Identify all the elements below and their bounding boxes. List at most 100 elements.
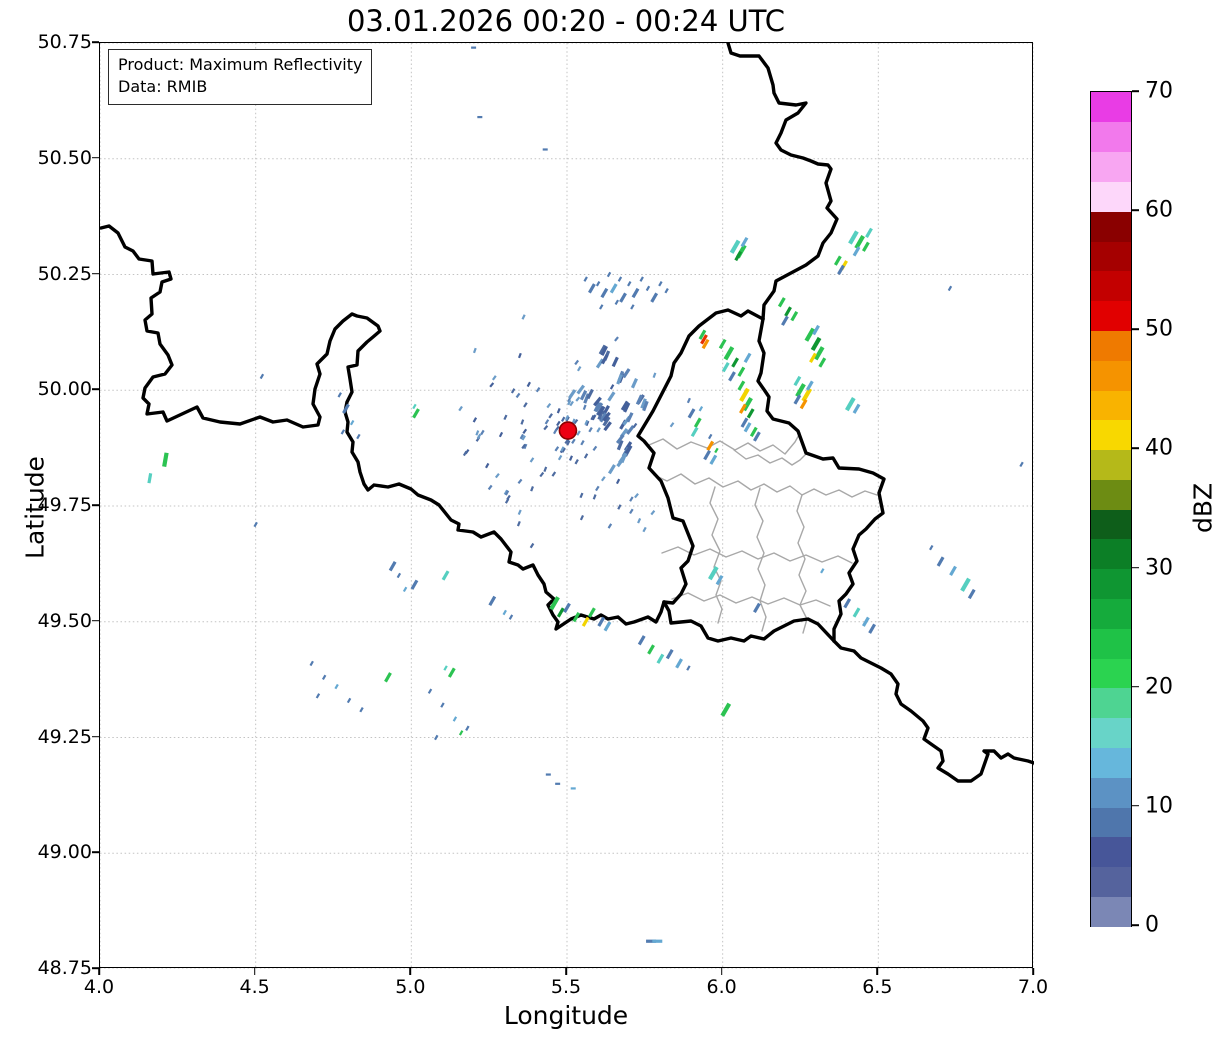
radar-echo <box>560 416 566 422</box>
radar-echo <box>510 388 516 394</box>
radar-echo <box>539 471 545 478</box>
radar-echo <box>529 457 535 463</box>
radar-echo <box>412 403 417 410</box>
colorbar-unit-label: dBZ <box>1188 482 1218 534</box>
radar-echo <box>608 464 616 475</box>
colorbar-segment <box>1091 449 1131 480</box>
colorbar-tick-mark <box>1132 566 1139 569</box>
radar-echo <box>614 299 620 305</box>
radar-echo <box>571 438 576 444</box>
radar-echo <box>630 378 638 389</box>
radar-echo <box>703 449 711 461</box>
radar-echo <box>690 426 699 438</box>
radar-echo <box>607 523 613 529</box>
radar-echo <box>412 408 420 419</box>
radar-echo <box>929 544 934 551</box>
radar-echo <box>639 276 644 282</box>
y-tick-mark <box>92 619 99 622</box>
radar-echo <box>515 392 521 399</box>
y-tick-mark <box>92 851 99 854</box>
radar-echo <box>607 391 616 402</box>
radar-echo <box>615 478 621 485</box>
colorbar-segment <box>1091 240 1131 272</box>
radar-echo <box>384 672 392 683</box>
x-tick-mark <box>253 968 256 975</box>
colorbar-segment <box>1091 777 1131 808</box>
radar-echo <box>583 453 589 459</box>
radar-echo <box>520 419 525 425</box>
radar-echo <box>458 405 463 412</box>
radar-echo <box>614 336 619 342</box>
radar-map-canvas <box>100 43 1034 969</box>
radar-echo <box>784 306 792 317</box>
radar-echo <box>477 115 483 119</box>
colorbar-segment <box>1091 151 1131 183</box>
radar-echo <box>472 347 477 354</box>
radar-echo <box>337 392 342 398</box>
radar-echo <box>706 440 715 451</box>
colorbar-tick-label: 50 <box>1145 316 1173 342</box>
radar-echo <box>359 707 364 713</box>
colorbar-tick-mark <box>1132 447 1139 450</box>
radar-echo <box>753 602 761 613</box>
radar-echo <box>502 609 507 616</box>
radar-echo <box>443 665 448 671</box>
product-label: Product: Maximum Reflectivity <box>118 55 363 74</box>
radar-echo <box>529 542 535 549</box>
x-tick-mark <box>565 968 567 975</box>
colorbar <box>1090 91 1132 927</box>
radar-echo <box>781 315 789 326</box>
colorbar-tick-mark <box>1132 805 1139 807</box>
radar-echo <box>737 380 746 391</box>
radar-echo <box>551 471 557 477</box>
radar-echo <box>595 485 600 492</box>
radar-echo <box>664 287 669 294</box>
radar-echo <box>865 227 873 238</box>
colorbar-tick-mark <box>1132 924 1139 926</box>
radar-echo <box>947 285 953 292</box>
radar-echo <box>556 408 561 414</box>
radar-echo <box>535 387 541 393</box>
canton-line-vertical-w-border <box>709 486 723 624</box>
radar-echo <box>629 508 634 515</box>
radar-echo <box>665 649 674 660</box>
radar-echo <box>596 427 601 433</box>
radar-echo <box>583 276 588 282</box>
colorbar-segment <box>1091 598 1131 629</box>
colorbar-segment <box>1091 568 1131 600</box>
radar-echo <box>489 382 495 388</box>
radar-echo <box>545 773 551 776</box>
radar-echo <box>746 408 755 419</box>
france-belgium-border <box>100 224 666 631</box>
colorbar-segment <box>1091 866 1131 897</box>
colorbar-segment <box>1091 628 1131 659</box>
radar-echo <box>517 509 522 516</box>
colorbar-tick-label: 10 <box>1145 793 1173 819</box>
radar-echo <box>147 473 153 484</box>
radar-echo <box>686 665 691 671</box>
data-source-label: Data: RMIB <box>118 77 208 97</box>
radar-echo <box>570 787 576 790</box>
colorbar-segment <box>1091 360 1131 391</box>
radar-echo <box>563 602 571 613</box>
radar-echo <box>575 396 581 402</box>
colorbar-segment <box>1091 330 1131 361</box>
y-tick-label: 49.25 <box>37 725 92 748</box>
radar-echo <box>606 271 612 278</box>
radar-echo <box>708 433 713 440</box>
radar-echo <box>599 304 604 310</box>
colorbar-tick-label: 20 <box>1145 674 1173 700</box>
radar-echo <box>634 493 639 499</box>
radar-echo <box>627 281 632 287</box>
radar-echo <box>349 419 355 426</box>
radar-echo <box>723 346 735 361</box>
radar-echo <box>522 428 528 434</box>
radar-echo <box>309 660 314 667</box>
radar-echo <box>687 408 696 419</box>
belgium-luxembourg-border <box>636 308 765 605</box>
radar-echo <box>820 568 825 574</box>
radar-echo <box>793 375 802 387</box>
y-tick-mark <box>92 41 99 43</box>
x-tick-mark <box>876 968 879 975</box>
radar-echo <box>548 413 553 419</box>
